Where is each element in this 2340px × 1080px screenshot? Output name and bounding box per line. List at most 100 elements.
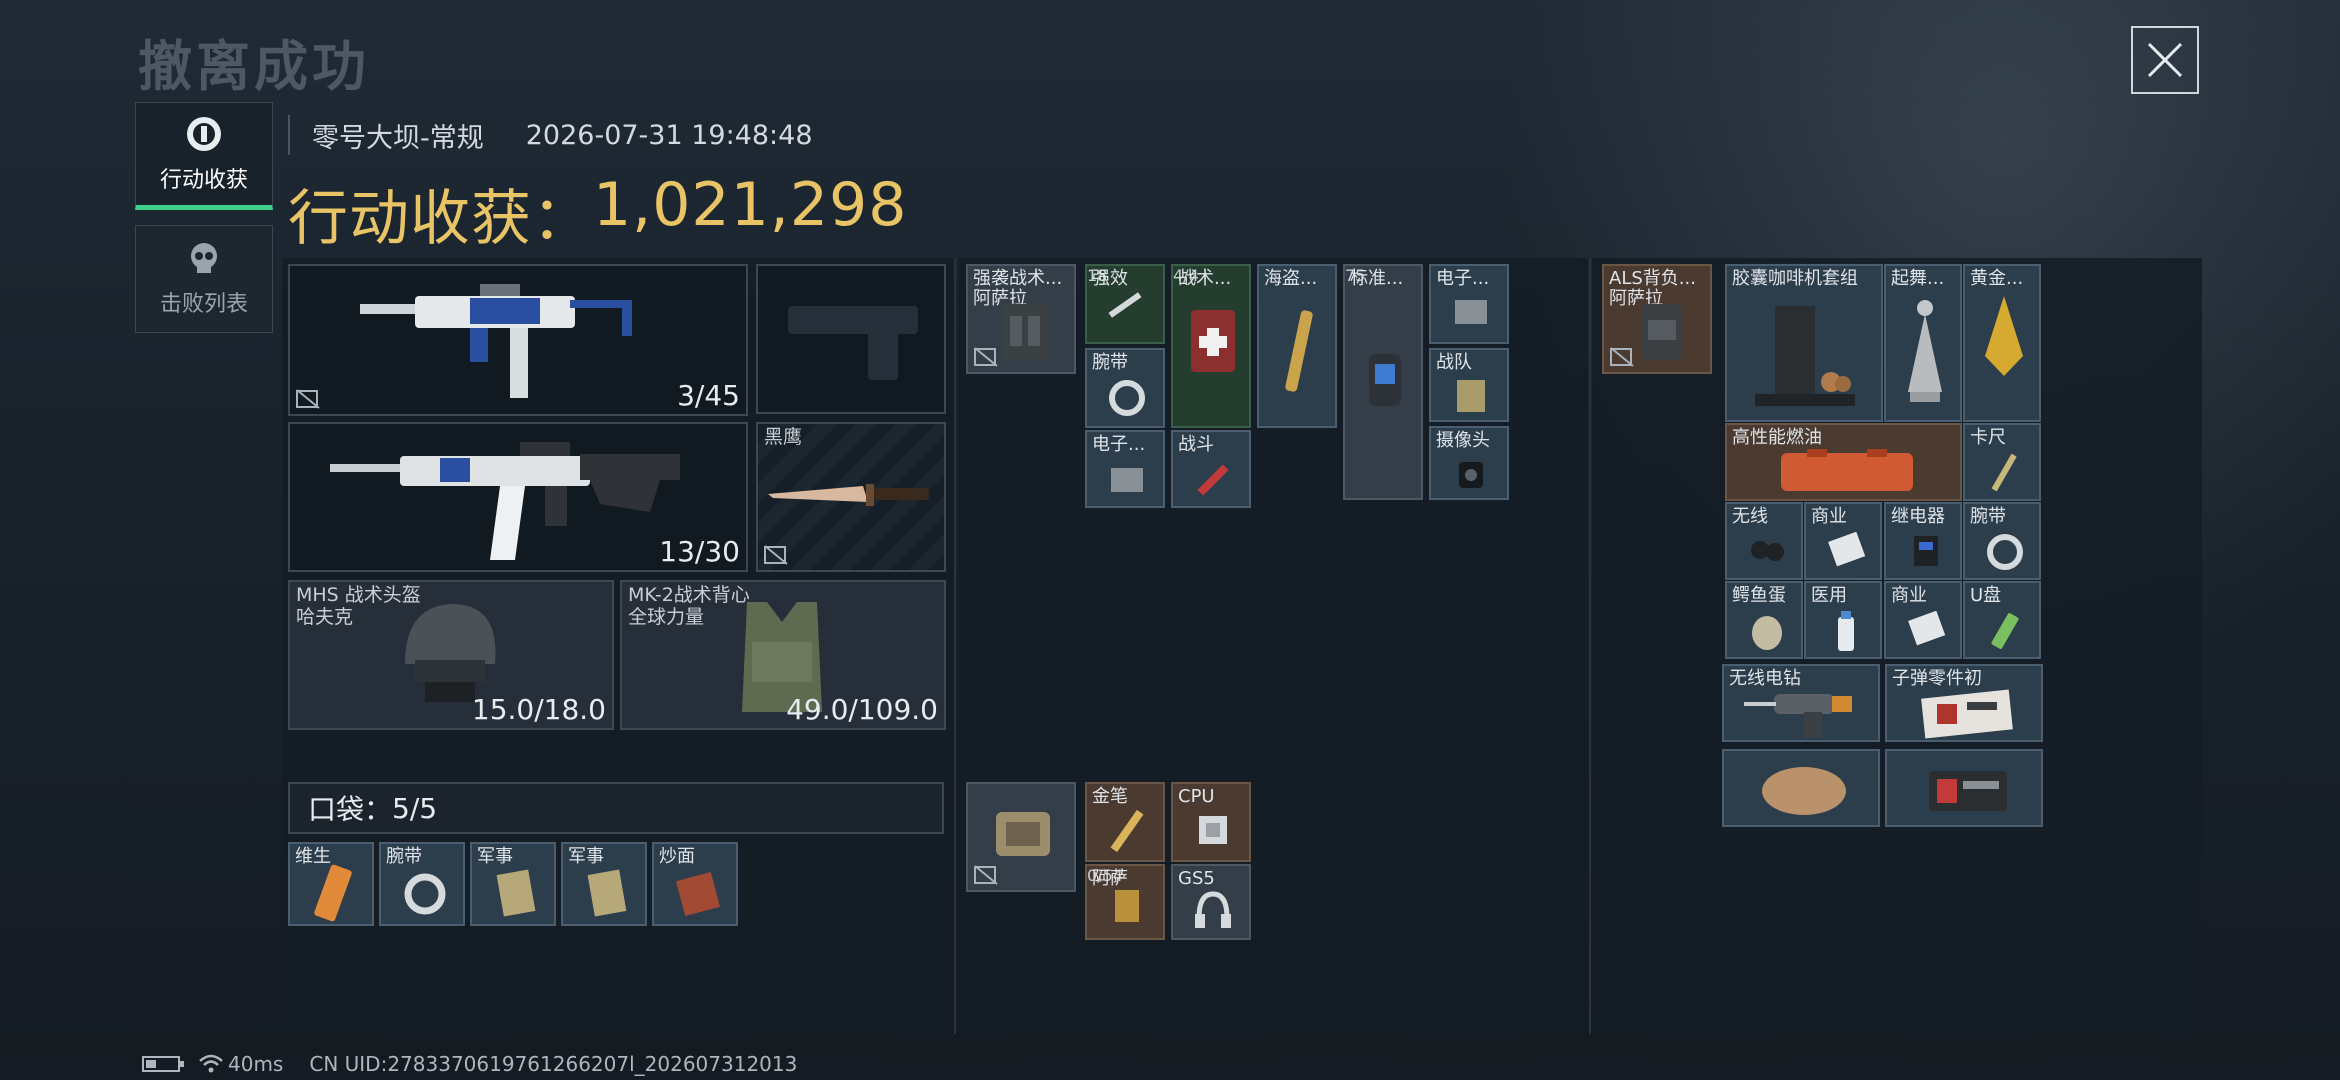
camera-icon — [1459, 462, 1483, 488]
pocket-item[interactable]: 军事 — [561, 842, 647, 926]
backpack-item[interactable]: 腕带 — [1963, 502, 2041, 580]
backpack-item[interactable]: 商业 — [1804, 502, 1882, 580]
ration-icon — [587, 869, 627, 917]
melee-label: 黑鹰 — [764, 426, 803, 448]
close-icon — [2147, 42, 2183, 78]
armor-brand: 全球力量 — [628, 606, 705, 628]
backpack-item[interactable]: 商业 — [1884, 581, 1962, 659]
tab-loot[interactable]: 行动收获 — [135, 102, 273, 210]
rig-item[interactable]: 战术... 4/4 — [1171, 264, 1251, 428]
backpack-item[interactable] — [1722, 749, 1880, 827]
pocket-item[interactable]: 军事 — [470, 842, 556, 926]
rig-item[interactable]: 战队 — [1429, 348, 1509, 422]
medicine-bottle-icon — [1838, 611, 1854, 651]
pocket-item[interactable]: 维生 — [288, 842, 374, 926]
armor-slot[interactable]: MK-2战术背心 全球力量 49.0/109.0 — [620, 580, 946, 730]
rifle-icon — [330, 442, 680, 560]
ammo-parts-icon — [1921, 689, 2013, 739]
ration-icon — [1457, 380, 1485, 412]
loot-label: 行动收获： — [288, 184, 593, 254]
coffee-machine-icon — [1755, 306, 1855, 406]
rig-item[interactable]: 腕带 — [1085, 348, 1165, 428]
caliper-icon — [1991, 453, 2017, 492]
backpack-slot[interactable]: ALS背负... 阿萨拉 — [1602, 264, 1712, 374]
backpack-item[interactable]: 黄金... — [1963, 264, 2041, 422]
rig-item[interactable]: 海盗... — [1257, 264, 1337, 428]
secure-case-slot[interactable] — [966, 782, 1076, 892]
secondary-weapon-ammo: 13/30 — [659, 535, 740, 568]
battery-icon — [142, 1056, 184, 1072]
backpack-item[interactable]: 子弹零件初 — [1885, 664, 2043, 742]
backpack-item[interactable]: 高性能燃油 — [1725, 423, 1962, 501]
melee-slot[interactable]: 黑鹰 — [756, 422, 946, 572]
primary-weapon-ammo: 3/45 — [677, 379, 740, 412]
armor-plate-icon — [1369, 354, 1401, 406]
backpack-item[interactable]: 无线电钻 — [1722, 664, 1880, 742]
helmet-durability: 15.0/18.0 — [471, 693, 606, 726]
helmet-brand: 哈夫克 — [296, 606, 354, 628]
backpack-label: ALS背负... — [1609, 268, 1696, 289]
primary-weapon-slot[interactable]: 3/45 — [288, 264, 748, 416]
gold-trophy-icon — [1985, 296, 2023, 376]
case-item[interactable]: GS5 — [1171, 864, 1251, 940]
egg-icon — [1752, 616, 1782, 650]
document-icon — [1908, 611, 1946, 646]
spyglass-icon — [1285, 310, 1313, 392]
backpack-item[interactable]: 起舞... — [1884, 264, 1962, 422]
pistol-icon — [788, 306, 918, 380]
backpack-item[interactable]: 卡尺 — [1963, 423, 2041, 501]
backpack-item[interactable]: 医用 — [1804, 581, 1882, 659]
wristband-icon — [1109, 380, 1145, 416]
rig-label: 强袭战术... — [973, 268, 1063, 289]
armor-name: MK-2战术背心 — [628, 584, 750, 606]
statue-icon — [1908, 300, 1942, 402]
rig-item[interactable]: 电子... — [1429, 264, 1509, 344]
backpack-item[interactable]: 鳄鱼蛋 — [1725, 581, 1803, 659]
pocket-item[interactable]: 腕带 — [379, 842, 465, 926]
drill-icon — [1744, 694, 1852, 738]
noodles-icon — [675, 871, 721, 917]
pistol-slot[interactable] — [756, 264, 946, 414]
knife-icon — [768, 484, 929, 506]
loot-total: 行动收获： 1,021,298 — [288, 170, 907, 257]
syringe-icon — [1108, 292, 1142, 318]
tab-kills[interactable]: 击败列表 — [135, 225, 273, 333]
pocket-count: 5/5 — [392, 791, 438, 825]
rig-item[interactable]: 战斗 — [1171, 430, 1251, 508]
rig-item[interactable]: 标准... 75 — [1343, 264, 1423, 500]
relay-icon — [1914, 536, 1938, 566]
usb-drive-icon — [1991, 613, 2019, 649]
close-button[interactable] — [2131, 26, 2199, 94]
backpack-item[interactable] — [1885, 749, 2043, 827]
pocket-item[interactable]: 炒面 — [652, 842, 738, 926]
backpack-item[interactable]: U盘 — [1963, 581, 2041, 659]
tab-kills-label: 击败列表 — [159, 292, 248, 317]
no-insure-icon — [974, 347, 998, 367]
pocket-header: 口袋： 5/5 — [288, 782, 944, 834]
backpack-item[interactable]: 无线 — [1725, 502, 1803, 580]
no-insure-icon — [974, 865, 998, 885]
chest-rig-slot[interactable]: 强袭战术... 阿萨拉 — [966, 264, 1076, 374]
wristband-icon — [404, 873, 446, 915]
status-bar: 40ms CN UID:2783370619761266207l_2026073… — [142, 1052, 797, 1076]
wristband-icon — [1987, 534, 2023, 570]
page-title: 撤离成功 — [138, 35, 370, 98]
helmet-slot[interactable]: MHS 战术头盔 哈夫克 15.0/18.0 — [288, 580, 614, 730]
backpack-item[interactable]: 继电器 — [1884, 502, 1962, 580]
backpack-item[interactable]: 胶囊咖啡机套组 — [1725, 264, 1883, 422]
headset-icon — [1195, 891, 1231, 928]
rig-item[interactable]: 摄像头 — [1429, 426, 1509, 500]
earbuds-icon — [1751, 541, 1784, 561]
raid-datetime: 2026-07-31 19:48:48 — [525, 119, 813, 151]
rig-item[interactable]: 强效 18 — [1085, 264, 1165, 344]
divider — [1589, 258, 1591, 1034]
case-item[interactable]: 阿萨 0/54 — [1085, 864, 1165, 940]
injector-icon — [1197, 464, 1229, 496]
pocket-label: 口袋： — [308, 793, 393, 826]
rig-item[interactable]: 电子... — [1085, 430, 1165, 508]
case-item[interactable]: 金笔 — [1085, 782, 1165, 862]
uid-text: CN UID:2783370619761266207l_202607312013 — [309, 1052, 798, 1076]
secondary-weapon-slot[interactable]: 13/30 — [288, 422, 748, 572]
no-insure-icon — [764, 545, 788, 565]
case-item[interactable]: CPU — [1171, 782, 1251, 862]
